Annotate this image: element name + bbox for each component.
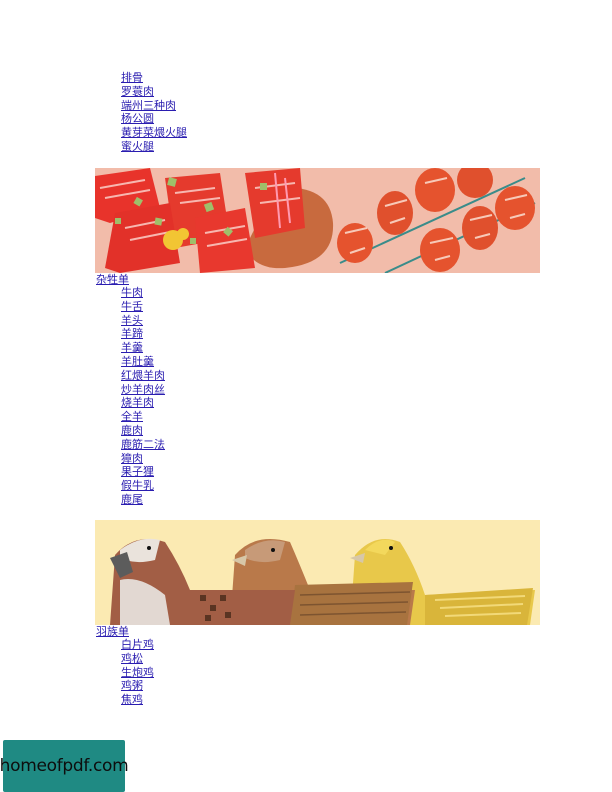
dish-link[interactable]: 红煨羊肉 bbox=[121, 369, 165, 382]
dish-link[interactable]: 獐肉 bbox=[121, 452, 143, 465]
dish-link[interactable]: 牛舌 bbox=[121, 300, 143, 313]
list-item[interactable]: 蜜火腿 bbox=[121, 140, 187, 154]
list-item[interactable]: 焦鸡 bbox=[121, 693, 154, 707]
dish-link[interactable]: 果子狸 bbox=[121, 465, 154, 478]
top-dish-list: 排骨 罗蓑肉 端州三种肉 杨公圆 黄芽菜煨火腿 蜜火腿 bbox=[121, 71, 187, 154]
list-item[interactable]: 白片鸡 bbox=[121, 638, 154, 652]
list-item[interactable]: 假牛乳 bbox=[121, 479, 165, 493]
list-item[interactable]: 全羊 bbox=[121, 410, 165, 424]
dish-link[interactable]: 鹿尾 bbox=[121, 493, 143, 506]
list-item[interactable]: 生炮鸡 bbox=[121, 666, 154, 680]
dish-link[interactable]: 端州三种肉 bbox=[121, 99, 176, 112]
list-item[interactable]: 鹿筋二法 bbox=[121, 438, 165, 452]
list-item[interactable]: 獐肉 bbox=[121, 452, 165, 466]
meat-skewers-image bbox=[95, 168, 540, 273]
dish-link[interactable]: 假牛乳 bbox=[121, 479, 154, 492]
list-item[interactable]: 炒羊肉丝 bbox=[121, 383, 165, 397]
birds-banner-illustration bbox=[95, 520, 540, 625]
dish-link[interactable]: 生炮鸡 bbox=[121, 666, 154, 679]
birds-image bbox=[95, 520, 540, 625]
dish-link[interactable]: 焦鸡 bbox=[121, 693, 143, 706]
list-item[interactable]: 鹿肉 bbox=[121, 424, 165, 438]
list-item[interactable]: 端州三种肉 bbox=[121, 99, 187, 113]
list-item[interactable]: 罗蓑肉 bbox=[121, 85, 187, 99]
list-item[interactable]: 羊羹 bbox=[121, 341, 165, 355]
dish-link[interactable]: 全羊 bbox=[121, 410, 143, 423]
list-item[interactable]: 黄芽菜煨火腿 bbox=[121, 126, 187, 140]
dish-link[interactable]: 排骨 bbox=[121, 71, 143, 84]
dish-link[interactable]: 杨公圆 bbox=[121, 112, 154, 125]
dish-link[interactable]: 黄芽菜煨火腿 bbox=[121, 126, 187, 139]
section-title-misc-meats[interactable]: 杂牲单 bbox=[96, 273, 129, 287]
dish-link[interactable]: 鹿筋二法 bbox=[121, 438, 165, 451]
list-item[interactable]: 红煨羊肉 bbox=[121, 369, 165, 383]
dish-link[interactable]: 羊羹 bbox=[121, 341, 143, 354]
list-item[interactable]: 果子狸 bbox=[121, 465, 165, 479]
dish-link[interactable]: 牛肉 bbox=[121, 286, 143, 299]
list-item[interactable]: 羊头 bbox=[121, 314, 165, 328]
dish-link[interactable]: 羊头 bbox=[121, 314, 143, 327]
list-item[interactable]: 牛肉 bbox=[121, 286, 165, 300]
list-item[interactable]: 鹿尾 bbox=[121, 493, 165, 507]
watermark-text: homeofpdf.com bbox=[0, 755, 129, 776]
list-item[interactable]: 排骨 bbox=[121, 71, 187, 85]
dish-link[interactable]: 鸡粥 bbox=[121, 679, 143, 692]
list-item[interactable]: 鸡松 bbox=[121, 652, 154, 666]
dish-link[interactable]: 烧羊肉 bbox=[121, 396, 154, 409]
dish-link[interactable]: 蜜火腿 bbox=[121, 140, 154, 153]
dish-link[interactable]: 羊蹄 bbox=[121, 327, 143, 340]
dish-link[interactable]: 罗蓑肉 bbox=[121, 85, 154, 98]
dish-link[interactable]: 白片鸡 bbox=[121, 638, 154, 651]
dish-link[interactable]: 鸡松 bbox=[121, 652, 143, 665]
list-item[interactable]: 杨公圆 bbox=[121, 112, 187, 126]
meat-banner-illustration bbox=[95, 168, 540, 273]
watermark-logo: homeofpdf.com bbox=[0, 740, 129, 792]
dish-link[interactable]: 羊肚羹 bbox=[121, 355, 154, 368]
dish-link[interactable]: 炒羊肉丝 bbox=[121, 383, 165, 396]
poultry-list: 白片鸡 鸡松 生炮鸡 鸡粥 焦鸡 bbox=[121, 638, 154, 707]
list-item[interactable]: 牛舌 bbox=[121, 300, 165, 314]
dish-link[interactable]: 鹿肉 bbox=[121, 424, 143, 437]
list-item[interactable]: 羊肚羹 bbox=[121, 355, 165, 369]
misc-meats-list: 牛肉 牛舌 羊头 羊蹄 羊羹 羊肚羹 红煨羊肉 炒羊肉丝 烧羊肉 全羊 鹿肉 鹿… bbox=[121, 286, 165, 507]
list-item[interactable]: 羊蹄 bbox=[121, 327, 165, 341]
section-title-poultry[interactable]: 羽族单 bbox=[96, 625, 129, 639]
list-item[interactable]: 鸡粥 bbox=[121, 679, 154, 693]
list-item[interactable]: 烧羊肉 bbox=[121, 396, 165, 410]
